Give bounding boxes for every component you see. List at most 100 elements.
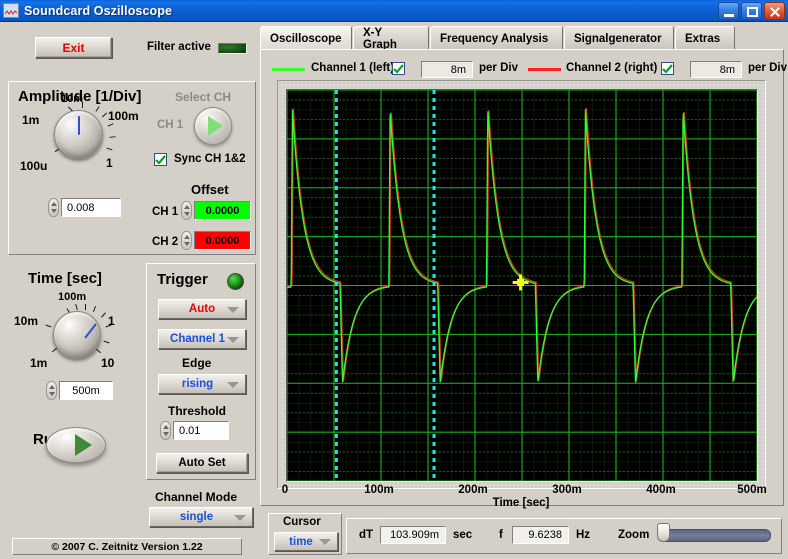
channel-1-per-div-field[interactable]: 8m bbox=[421, 61, 473, 78]
chevron-down-icon bbox=[227, 382, 239, 388]
sync-channels-label: Sync CH 1&2 bbox=[174, 153, 246, 165]
cursor-title: Cursor bbox=[283, 516, 321, 528]
maximize-icon[interactable] bbox=[741, 2, 762, 20]
time-knob-label: 1m bbox=[30, 356, 47, 370]
copyright-text: © 2007 C. Zeitnitz Version 1.22 bbox=[12, 538, 242, 555]
amplitude-tick bbox=[109, 136, 115, 138]
channel-2-per-div-field[interactable]: 8m bbox=[690, 61, 742, 78]
time-tick bbox=[96, 349, 101, 354]
amplitude-knob[interactable] bbox=[54, 110, 103, 159]
amplitude-tick bbox=[102, 113, 107, 118]
window-title: Soundcard Oszilloscope bbox=[24, 4, 172, 18]
time-knob-label: 1 bbox=[108, 314, 115, 328]
tab-strip: Oscilloscope X-Y Graph Frequency Analysi… bbox=[260, 26, 784, 50]
x-tick-label: 400m bbox=[646, 484, 675, 496]
tab-xy-graph[interactable]: X-Y Graph bbox=[353, 26, 429, 50]
amplitude-knob-label: 100m bbox=[108, 109, 139, 123]
status-panel: dT 103.909m sec f 9.6238 Hz Zoom bbox=[346, 518, 782, 554]
trigger-led bbox=[227, 273, 244, 290]
trigger-source-dropdown[interactable]: Channel 1 bbox=[158, 329, 246, 349]
offset-ch2-stepper[interactable] bbox=[181, 231, 192, 250]
offset-ch1-label: CH 1 bbox=[152, 206, 178, 218]
amplitude-tick bbox=[108, 123, 114, 126]
select-ch-value: CH 1 bbox=[157, 119, 183, 131]
play-triangle-icon bbox=[208, 116, 223, 136]
window-controls bbox=[718, 2, 785, 20]
channel-1-color-line bbox=[272, 68, 305, 71]
amplitude-panel: Amplitude [1/Div] 10m 100m 1 100u 1m 0.0… bbox=[8, 81, 256, 255]
tab-frequency-analysis[interactable]: Frequency Analysis bbox=[430, 26, 563, 50]
time-tick bbox=[93, 306, 96, 312]
amplitude-value-field[interactable]: 0.008 bbox=[61, 198, 121, 217]
cursor-mode-dropdown[interactable]: time bbox=[274, 532, 338, 551]
tab-signalgenerator[interactable]: Signalgenerator bbox=[564, 26, 674, 50]
amplitude-stepper[interactable] bbox=[48, 198, 59, 217]
filter-active-led bbox=[218, 43, 247, 54]
chevron-down-icon bbox=[227, 337, 239, 343]
channel-2-color-line bbox=[528, 68, 561, 71]
channel-mode-label: Channel Mode bbox=[155, 490, 237, 504]
trigger-title: Trigger bbox=[157, 271, 208, 288]
time-tick bbox=[75, 304, 78, 310]
trigger-edge-value: rising bbox=[182, 378, 213, 390]
trigger-mode-dropdown[interactable]: Auto bbox=[158, 299, 246, 319]
cursor-panel: Cursor time bbox=[268, 513, 342, 555]
time-knob-label: 10 bbox=[101, 356, 114, 370]
zoom-label: Zoom bbox=[618, 529, 649, 541]
tab-extras[interactable]: Extras bbox=[675, 26, 735, 50]
dt-field: 103.909m bbox=[380, 526, 446, 544]
time-knob-label: 10m bbox=[14, 314, 38, 328]
zoom-slider-thumb[interactable] bbox=[657, 523, 670, 542]
close-icon[interactable] bbox=[764, 2, 785, 20]
trigger-panel: Trigger Auto Channel 1 Edge rising Thres… bbox=[146, 263, 256, 480]
select-ch-label: Select CH bbox=[175, 90, 231, 104]
oscilloscope-plot[interactable] bbox=[286, 89, 758, 482]
auto-set-button[interactable]: Auto Set bbox=[156, 453, 248, 473]
trigger-edge-label: Edge bbox=[182, 356, 211, 370]
time-tick bbox=[46, 325, 52, 328]
chevron-down-icon bbox=[234, 515, 246, 521]
time-knob-label: 100m bbox=[58, 291, 86, 303]
time-tick bbox=[101, 312, 106, 317]
offset-ch1-stepper[interactable] bbox=[181, 201, 192, 220]
cursor-mode-value: time bbox=[289, 536, 313, 548]
offset-ch2-field[interactable]: 0.0000 bbox=[194, 231, 251, 250]
dt-unit: sec bbox=[453, 529, 472, 541]
trigger-edge-dropdown[interactable]: rising bbox=[158, 374, 246, 394]
amplitude-tick bbox=[95, 106, 99, 112]
tab-oscilloscope[interactable]: Oscilloscope bbox=[260, 26, 352, 50]
channel-2-label: Channel 2 (right) bbox=[566, 62, 657, 74]
select-ch-button[interactable] bbox=[194, 107, 232, 145]
channel-mode-dropdown[interactable]: single bbox=[149, 507, 253, 527]
time-title: Time [sec] bbox=[28, 270, 102, 287]
amplitude-tick bbox=[106, 148, 112, 151]
trigger-threshold-label: Threshold bbox=[168, 404, 226, 418]
run-stop-button[interactable] bbox=[46, 427, 106, 463]
zoom-slider-track[interactable] bbox=[659, 529, 771, 542]
channel-2-enable-checkbox[interactable] bbox=[661, 62, 674, 75]
frequency-field: 9.6238 bbox=[512, 526, 569, 544]
trigger-threshold-stepper[interactable] bbox=[160, 421, 171, 440]
time-stepper[interactable] bbox=[46, 381, 57, 400]
time-tick bbox=[104, 341, 110, 344]
channel-1-per-div-label: per Div bbox=[479, 62, 518, 74]
chevron-down-icon bbox=[227, 307, 239, 313]
x-tick-label: 300m bbox=[552, 484, 581, 496]
exit-button[interactable]: Exit bbox=[35, 37, 112, 58]
offset-ch2-label: CH 2 bbox=[152, 236, 178, 248]
minimize-icon[interactable] bbox=[718, 2, 739, 20]
amplitude-knob-label: 1m bbox=[22, 113, 39, 127]
channel-1-enable-checkbox[interactable] bbox=[392, 62, 405, 75]
sync-channels-checkbox[interactable] bbox=[154, 153, 167, 166]
x-axis: 0 100m 200m 300m 400m 500m bbox=[285, 481, 757, 495]
dt-label: dT bbox=[359, 529, 373, 541]
waveform-icon bbox=[3, 3, 19, 18]
x-axis-title: Time [sec] bbox=[285, 497, 757, 509]
trigger-threshold-field[interactable]: 0.01 bbox=[173, 421, 229, 440]
time-value-field[interactable]: 500m bbox=[59, 381, 113, 400]
offset-title: Offset bbox=[191, 182, 229, 197]
trigger-source-value: Channel 1 bbox=[170, 333, 225, 345]
chevron-down-icon bbox=[319, 539, 331, 545]
time-knob[interactable] bbox=[53, 311, 101, 359]
offset-ch1-field[interactable]: 0.0000 bbox=[194, 201, 251, 220]
